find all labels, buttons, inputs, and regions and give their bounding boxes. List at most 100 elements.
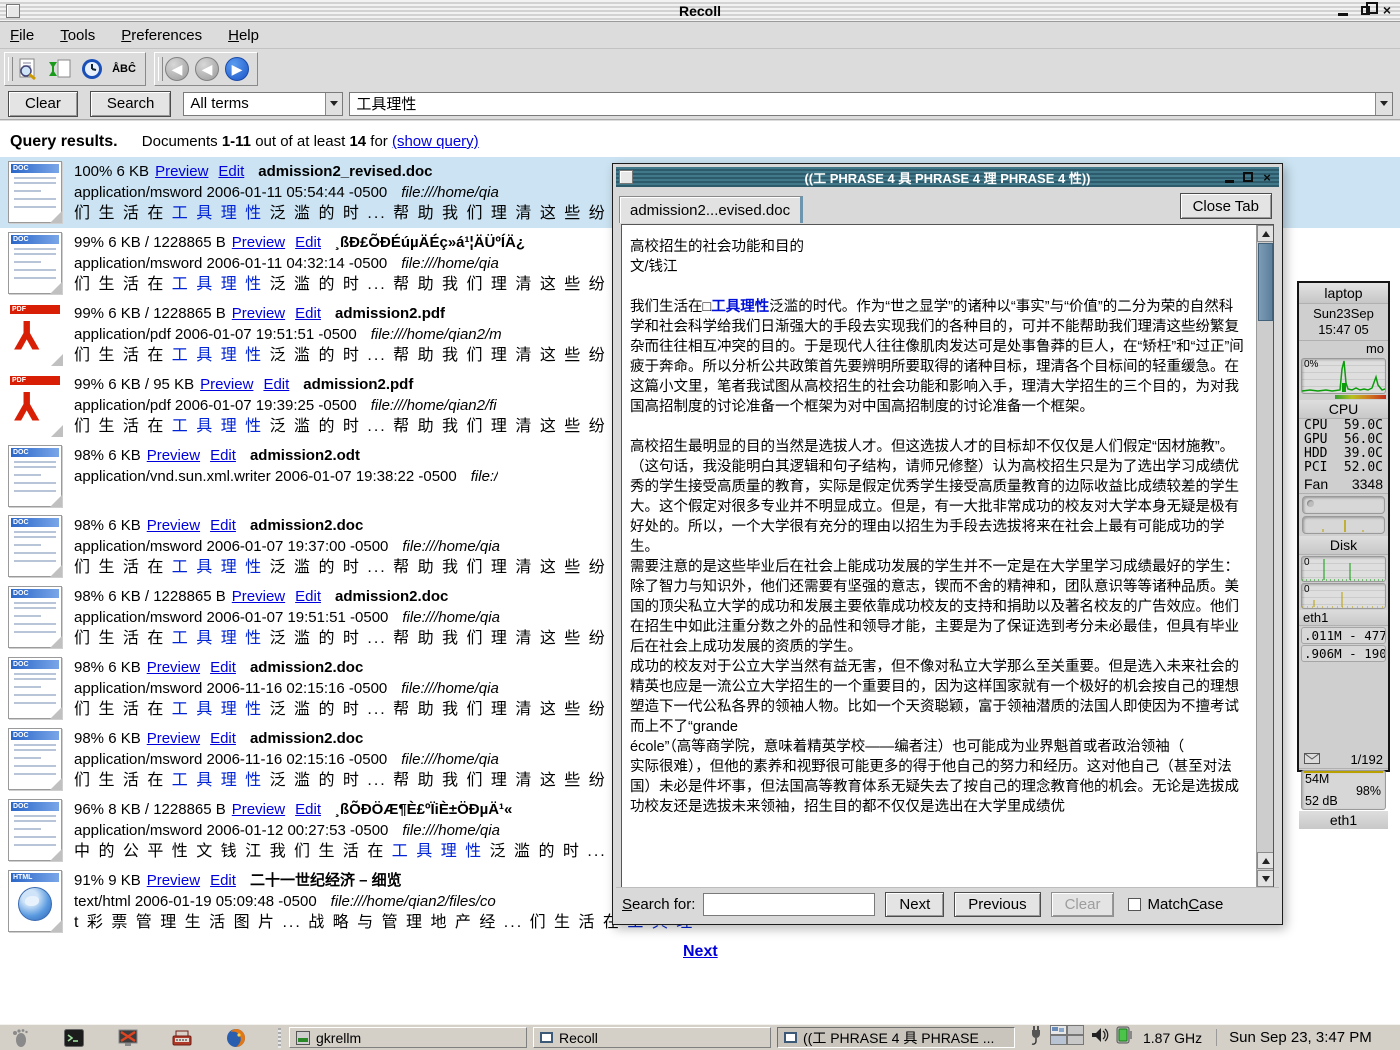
show-query-link[interactable]: (show query) [392, 133, 479, 150]
history-clock-icon[interactable] [79, 56, 105, 82]
menu-help[interactable]: Help [228, 27, 259, 44]
result-meta: application/msword 2006-01-11 05:54:44 -… [74, 184, 387, 201]
minimize-icon[interactable] [1334, 1, 1352, 19]
search-document-icon[interactable] [15, 56, 41, 82]
find-input[interactable] [703, 893, 875, 916]
maximize-icon[interactable] [1241, 170, 1255, 184]
preview-link[interactable]: Preview [147, 517, 200, 534]
cpu-chart[interactable]: 0% [1301, 358, 1386, 394]
preview-link[interactable]: Preview [147, 447, 200, 464]
taskbar-button-preview[interactable]: ((工 PHRASE 4 具 PHRASE ... [777, 1027, 1015, 1048]
disk-chart-2[interactable]: 0 [1301, 583, 1386, 609]
tool-bar: ÅBĈ ◀ ◀ ▶ [0, 50, 1400, 88]
edit-link[interactable]: Edit [295, 801, 321, 818]
hostname-label[interactable]: laptop [1299, 283, 1388, 304]
scroll-down-icon[interactable] [1257, 870, 1274, 887]
clear-button[interactable]: Clear [8, 91, 78, 117]
close-icon[interactable]: × [1260, 170, 1274, 184]
menu-tools[interactable]: Tools [60, 27, 95, 44]
taskbar-button-gkrellm[interactable]: gkrellm [289, 1027, 527, 1048]
menu-preferences[interactable]: Preferences [121, 27, 202, 44]
preview-title-bar: ((工 PHRASE 4 具 PHRASE 4 理 PHRASE 4 性)) × [616, 167, 1279, 187]
taskbar-clock[interactable]: Sun Sep 23, 3:47 PM [1216, 1029, 1380, 1046]
edit-link[interactable]: Edit [218, 163, 244, 180]
preview-text-area[interactable]: 高校招生的社会功能和目的 文/钱江 我们生活在□工具理性泛滥的时代。作为“世之显… [621, 224, 1274, 888]
preview-link[interactable]: Preview [147, 872, 200, 889]
query-input[interactable]: 工具理性 [349, 92, 1393, 116]
next-page-link[interactable]: Next [683, 943, 718, 961]
search-mode-select[interactable]: All terms [183, 92, 343, 116]
find-previous-button[interactable]: Previous [954, 892, 1040, 917]
power-plug-icon[interactable] [1029, 1025, 1043, 1050]
edit-link[interactable]: Edit [263, 376, 289, 393]
nav-previous-page-icon[interactable]: ◀ [195, 57, 219, 81]
results-total: 14 [349, 133, 366, 150]
edit-link[interactable]: Edit [210, 517, 236, 534]
edit-link[interactable]: Edit [295, 234, 321, 251]
nav-next-page-icon[interactable]: ▶ [225, 57, 249, 81]
result-url: file:///home/qia [401, 184, 499, 201]
spellcheck-abc-icon[interactable]: ÅBĈ [111, 56, 137, 82]
preview-link[interactable]: Preview [232, 801, 285, 818]
firefox-launcher-icon[interactable] [224, 1027, 248, 1049]
nav-first-page-icon[interactable]: ◀ [165, 57, 189, 81]
iface-bottom-label[interactable]: eth1 [1299, 811, 1388, 829]
taskbar-separator [278, 1028, 281, 1048]
restore-icon[interactable] [1356, 1, 1374, 19]
scroll-up-icon[interactable] [1257, 852, 1274, 869]
edit-link[interactable]: Edit [210, 730, 236, 747]
clock-panel: Sun23Sep 15:47 05 [1299, 304, 1388, 341]
gnome-menu-icon[interactable] [8, 1027, 32, 1049]
window-icon [784, 1032, 797, 1043]
chevron-down-icon[interactable] [325, 93, 342, 115]
mail-monitor[interactable]: 1/192 [1299, 751, 1388, 769]
chevron-down-icon[interactable] [1375, 93, 1392, 115]
preview-link[interactable]: Preview [147, 659, 200, 676]
eth-section-header[interactable]: eth1 [1299, 610, 1388, 626]
scrollbar[interactable] [1256, 225, 1273, 887]
find-clear-button[interactable]: Clear [1051, 892, 1115, 917]
system-tray: 1.87 GHz [1029, 1025, 1202, 1050]
edit-link[interactable]: Edit [295, 305, 321, 322]
minimize-icon[interactable] [1222, 170, 1236, 184]
cpu-section-header[interactable]: CPU [1299, 400, 1388, 419]
disk-chart-1[interactable]: 0 [1301, 556, 1386, 582]
search-button[interactable]: Search [90, 91, 172, 117]
gkrellm-monitor: laptop Sun23Sep 15:47 05 mo 0% CPU CPU59… [1297, 281, 1390, 772]
edit-link[interactable]: Edit [210, 659, 236, 676]
close-icon[interactable]: × [1378, 1, 1396, 19]
cpufreq-applet-icon[interactable] [1116, 1026, 1136, 1049]
terminal-launcher-icon[interactable] [62, 1027, 86, 1049]
preview-link[interactable]: Preview [155, 163, 208, 180]
scrollbar-thumb[interactable] [1258, 243, 1273, 321]
time-label: 15:47 05 [1299, 322, 1388, 338]
close-tab-button[interactable]: Close Tab [1180, 193, 1272, 219]
preview-link[interactable]: Preview [232, 588, 285, 605]
preview-link[interactable]: Preview [232, 305, 285, 322]
results-count-text: Documents [142, 133, 222, 150]
typewriter-launcher-icon[interactable] [170, 1027, 194, 1049]
find-next-button[interactable]: Next [885, 892, 944, 917]
scroll-up-icon[interactable] [1257, 225, 1274, 242]
disk-section-header[interactable]: Disk [1299, 536, 1388, 555]
wifi-panel[interactable]: 54M 98% 52 dB [1301, 770, 1386, 810]
sort-update-icon[interactable] [47, 56, 73, 82]
preview-tab[interactable]: admission2...evised.doc [619, 196, 803, 223]
preview-link[interactable]: Preview [200, 376, 253, 393]
match-case-checkbox[interactable] [1128, 898, 1141, 911]
doc-file-icon: DOC [8, 728, 62, 790]
volume-icon[interactable] [1091, 1027, 1109, 1048]
menu-file[interactable]: File [10, 27, 34, 44]
edit-link[interactable]: Edit [295, 588, 321, 605]
toolbar-group-nav: ◀ ◀ ▶ [154, 52, 258, 86]
edit-link[interactable]: Edit [210, 872, 236, 889]
taskbar-button-recoll[interactable]: Recoll [533, 1027, 771, 1048]
preview-link[interactable]: Preview [232, 234, 285, 251]
search-mode-value: All terms [184, 95, 325, 112]
preview-link[interactable]: Preview [147, 730, 200, 747]
window-icon [540, 1032, 553, 1043]
edit-link[interactable]: Edit [210, 447, 236, 464]
fan-chart [1302, 516, 1385, 534]
display-lock-icon[interactable] [116, 1027, 140, 1049]
workspace-switcher[interactable] [1050, 1025, 1084, 1050]
